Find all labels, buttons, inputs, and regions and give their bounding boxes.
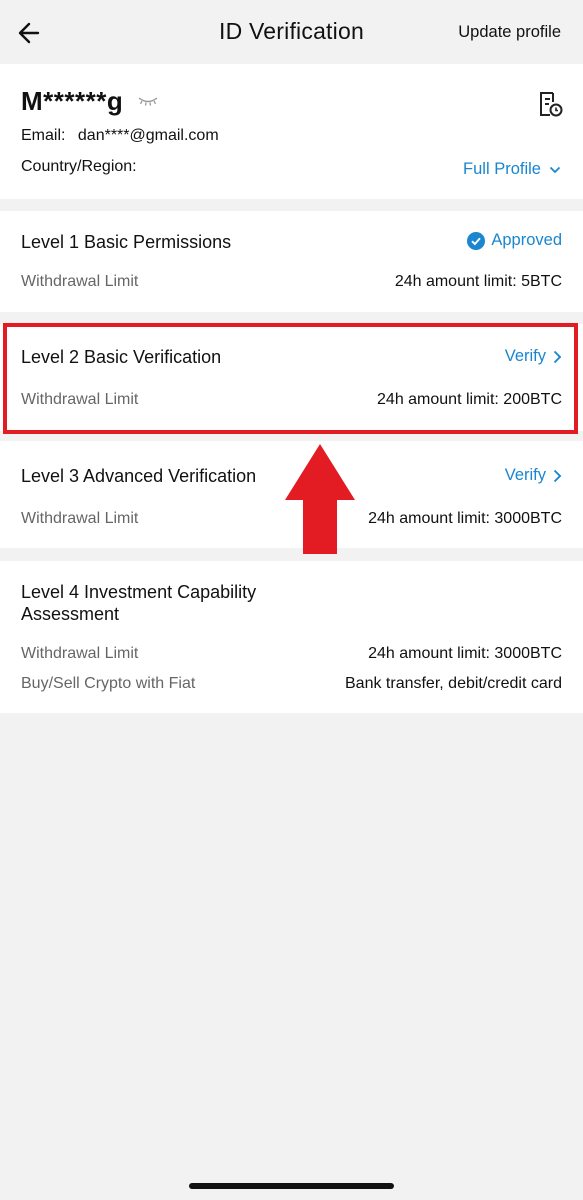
verify-label: Verify: [504, 466, 546, 484]
email-row: Email: dan****@gmail.com: [21, 127, 219, 145]
email-label: Email:: [21, 127, 66, 144]
level-4-title-line-2: Assessment: [21, 604, 120, 624]
email-value: dan****@gmail.com: [77, 127, 219, 144]
level-3-title: Level 3 Advanced Verification: [21, 466, 257, 486]
level-4-title-line-1: Level 4 Investment Capability: [21, 582, 257, 602]
level-1-status: Approved: [467, 231, 562, 250]
withdrawal-limit-label: Withdrawal Limit: [21, 391, 139, 408]
approved-label: Approved: [491, 231, 562, 249]
level-1-card: Level 1 Basic Permissions Approved Withd…: [0, 211, 583, 312]
full-profile-label: Full Profile: [463, 160, 541, 178]
level-4-title: Level 4 Investment Capability Assessment: [21, 581, 256, 625]
full-profile-dropdown[interactable]: Full Profile: [463, 160, 561, 179]
chevron-down-icon: [549, 166, 561, 173]
top-bar: ID Verification Update profile: [0, 0, 583, 64]
username: M******g: [21, 86, 124, 116]
update-profile-button[interactable]: Update profile: [458, 23, 561, 42]
withdrawal-limit-label: Withdrawal Limit: [21, 645, 139, 662]
document-history-icon[interactable]: [536, 90, 564, 118]
withdrawal-limit-value: 24h amount limit: 3000BTC: [368, 645, 562, 662]
withdrawal-limit-value: 24h amount limit: 200BTC: [377, 391, 562, 408]
fiat-label: Buy/Sell Crypto with Fiat: [21, 675, 196, 692]
level-4-card: Level 4 Investment Capability Assessment…: [0, 561, 583, 713]
level-3-verify-button[interactable]: Verify: [505, 466, 562, 485]
level-2-verify-button[interactable]: Verify: [505, 347, 562, 366]
withdrawal-limit-value: 24h amount limit: 5BTC: [394, 273, 562, 290]
level-1-title: Level 1 Basic Permissions: [21, 232, 232, 252]
check-circle-icon: [467, 231, 486, 250]
level-2-title: Level 2 Basic Verification: [21, 347, 222, 367]
country-label: Country/Region:: [21, 158, 137, 175]
withdrawal-limit-value: 24h amount limit: 3000BTC: [368, 510, 562, 527]
up-arrow-annotation-icon: [285, 444, 355, 554]
hidden-eye-icon[interactable]: [138, 95, 158, 107]
profile-card: M******g Email: dan****@gmail.com Countr…: [0, 64, 583, 199]
chevron-right-icon: [553, 469, 562, 482]
chevron-right-icon: [553, 350, 562, 363]
withdrawal-limit-label: Withdrawal Limit: [21, 273, 139, 290]
verify-label: Verify: [504, 347, 546, 365]
fiat-value: Bank transfer, debit/credit card: [345, 675, 562, 692]
home-indicator: [189, 1183, 394, 1189]
level-2-card[interactable]: Level 2 Basic Verification Verify Withdr…: [0, 324, 583, 431]
withdrawal-limit-label: Withdrawal Limit: [21, 510, 139, 527]
